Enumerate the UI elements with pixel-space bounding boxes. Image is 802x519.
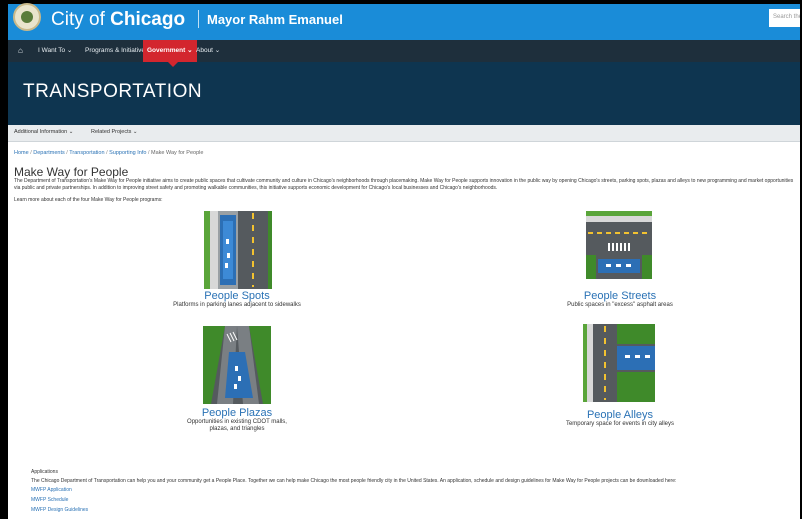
applications-heading: Applications bbox=[31, 469, 58, 475]
people-plazas-desc-line2: plazas, and triangles bbox=[209, 426, 265, 432]
intro-paragraph: The Department of Transportation's Make … bbox=[14, 178, 794, 191]
learn-more-text: Learn more about each of the four Make W… bbox=[14, 197, 163, 203]
people-plazas-icon[interactable] bbox=[203, 326, 271, 404]
people-streets-icon[interactable] bbox=[586, 211, 652, 279]
city-seal-logo[interactable] bbox=[13, 3, 41, 31]
program-people-streets: People Streets Public spaces in "excess"… bbox=[540, 290, 700, 309]
active-nav-caret bbox=[168, 62, 178, 67]
people-streets-desc: Public spaces in "excess" asphalt areas bbox=[567, 302, 673, 308]
people-spots-icon[interactable] bbox=[204, 211, 272, 289]
people-spots-link[interactable]: People Spots bbox=[157, 290, 317, 302]
home-icon[interactable]: ⌂ bbox=[18, 40, 23, 62]
applications-text: The Chicago Department of Transportation… bbox=[31, 478, 677, 484]
people-alleys-icon[interactable] bbox=[583, 324, 655, 402]
breadcrumb: Home / Departments / Transportation / Su… bbox=[14, 150, 204, 156]
header-divider bbox=[198, 10, 199, 28]
breadcrumb-supporting-info[interactable]: Supporting Info bbox=[109, 150, 146, 156]
nav-item-about[interactable]: About ⌄ bbox=[196, 40, 220, 62]
nav-item-i-want-to[interactable]: I Want To ⌄ bbox=[38, 40, 72, 62]
page-title: Make Way for People bbox=[14, 165, 129, 179]
breadcrumb-home[interactable]: Home bbox=[14, 150, 29, 156]
people-streets-link[interactable]: People Streets bbox=[540, 290, 700, 302]
department-title: TRANSPORTATION bbox=[23, 81, 203, 102]
mwfp-schedule-link[interactable]: MWFP Schedule bbox=[31, 497, 68, 503]
people-alleys-link[interactable]: People Alleys bbox=[540, 409, 700, 421]
program-people-spots: People Spots Platforms in parking lanes … bbox=[157, 290, 317, 309]
site-title[interactable]: City of Chicago bbox=[51, 9, 185, 31]
search-input[interactable]: Search the bbox=[769, 9, 801, 27]
people-alleys-desc: Temporary space for events in city alley… bbox=[565, 421, 675, 427]
mwfp-design-guidelines-link[interactable]: MWFP Design Guidelines bbox=[31, 507, 88, 513]
program-people-alleys: People Alleys Temporary space for events… bbox=[540, 409, 700, 428]
people-plazas-desc-line1: Opportunities in existing CDOT malls, bbox=[187, 419, 287, 425]
people-spots-desc: Platforms in parking lanes adjacent to s… bbox=[173, 302, 301, 308]
main-nav: ⌂ I Want To ⌄ Programs & Initiatives ⌄ G… bbox=[8, 40, 802, 62]
breadcrumb-departments[interactable]: Departments bbox=[33, 150, 65, 156]
breadcrumb-current: Make Way for People bbox=[151, 150, 204, 156]
subnav-additional-information[interactable]: Additional Information ⌄ bbox=[14, 129, 73, 135]
mayor-name: Mayor Rahm Emanuel bbox=[207, 12, 343, 27]
mwfp-application-link[interactable]: MWFP Application bbox=[31, 487, 72, 493]
subnav-related-projects[interactable]: Related Projects ⌄ bbox=[91, 129, 138, 135]
nav-item-government[interactable]: Government ⌄ bbox=[143, 40, 197, 62]
people-plazas-link[interactable]: People Plazas bbox=[157, 407, 317, 419]
program-people-plazas: People Plazas Opportunities in existing … bbox=[157, 407, 317, 433]
breadcrumb-transportation[interactable]: Transportation bbox=[69, 150, 104, 156]
